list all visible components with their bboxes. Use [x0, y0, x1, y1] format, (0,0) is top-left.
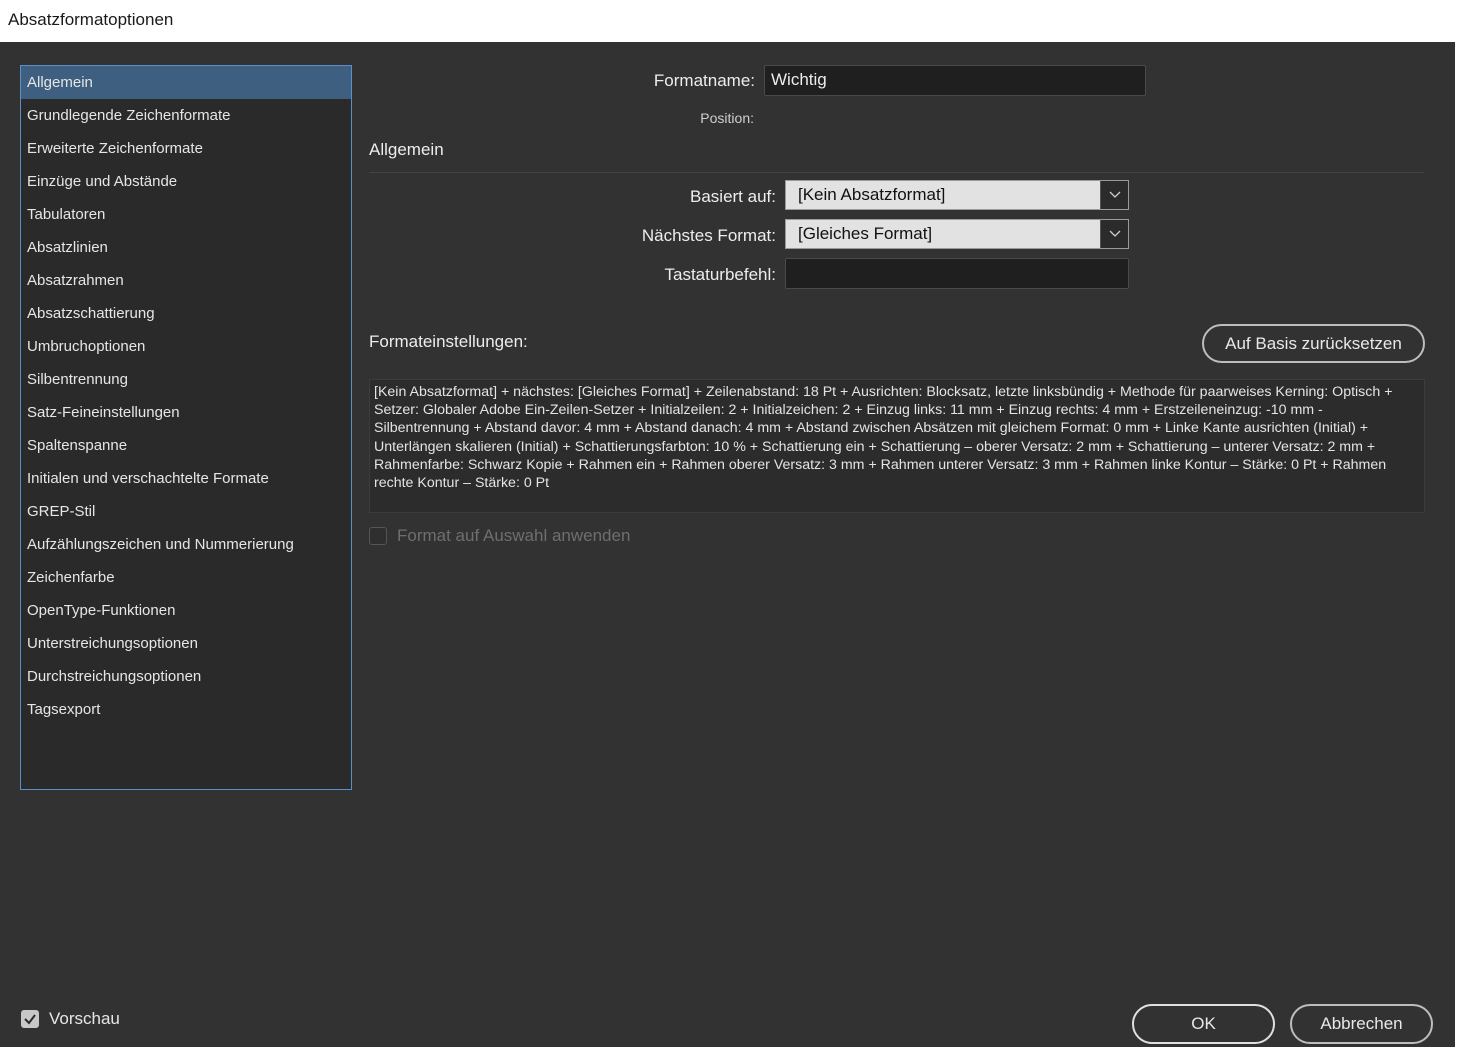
category-list[interactable]: Allgemein Grundlegende Zeichenformate Erwe…	[20, 65, 352, 790]
based-on-label: Basiert auf:	[690, 187, 776, 206]
sidebar-item[interactable]: Satz-Feineinstellungen	[21, 396, 351, 429]
sidebar-item[interactable]: Grundlegende Zeichenformate	[21, 99, 351, 132]
sidebar-item[interactable]: Absatzlinien	[21, 231, 351, 264]
title-bar: Absatzformatoptionen	[0, 0, 1455, 42]
sidebar-item[interactable]: Tabulatoren	[21, 198, 351, 231]
settings-label: Formateinstellungen:	[369, 332, 528, 351]
sidebar-item[interactable]: Absatzrahmen	[21, 264, 351, 297]
sidebar-item[interactable]: Allgemein	[21, 66, 351, 99]
next-style-value: [Gleiches Format]	[798, 224, 933, 243]
sidebar-item[interactable]: Erweiterte Zeichenformate	[21, 132, 351, 165]
sidebar-item[interactable]: Einzüge und Abstände	[21, 165, 351, 198]
section-divider	[369, 172, 1424, 173]
sidebar-item[interactable]: Silbentrennung	[21, 363, 351, 396]
sidebar-item[interactable]: Tagsexport	[21, 693, 351, 726]
shortcut-input[interactable]	[785, 258, 1129, 289]
settings-summary: [Kein Absatzformat] + nächstes: [Gleiche…	[369, 379, 1425, 513]
position-label: Position:	[700, 110, 754, 126]
chevron-down-icon[interactable]	[1100, 220, 1128, 248]
sidebar-item[interactable]: Umbruchoptionen	[21, 330, 351, 363]
sidebar-item[interactable]: Spaltenspanne	[21, 429, 351, 462]
sidebar-item[interactable]: Durchstreichungsoptionen	[21, 660, 351, 693]
sidebar-item[interactable]: Initialen und verschachtelte Formate	[21, 462, 351, 495]
next-style-label: Nächstes Format:	[641, 226, 776, 245]
checkmark-icon	[24, 1014, 36, 1025]
format-name-input[interactable]: Wichtig	[764, 65, 1146, 96]
sidebar-item[interactable]: OpenType-Funktionen	[21, 594, 351, 627]
format-name-label: Formatname:	[653, 71, 755, 90]
shortcut-label: Tastaturbefehl:	[664, 265, 776, 284]
window-title: Absatzformatoptionen	[8, 10, 174, 29]
sidebar-item[interactable]: Absatzschattierung	[21, 297, 351, 330]
based-on-value: [Kein Absatzformat]	[798, 185, 946, 204]
cancel-button[interactable]: Abbrechen	[1290, 1004, 1433, 1044]
sidebar-item[interactable]: Zeichenfarbe	[21, 561, 351, 594]
reset-to-base-button[interactable]: Auf Basis zurücksetzen	[1202, 324, 1425, 363]
chevron-down-icon[interactable]	[1100, 181, 1128, 209]
sidebar-item[interactable]: GREP-Stil	[21, 495, 351, 528]
sidebar-item[interactable]: Aufzählungszeichen und Nummerierung	[21, 528, 351, 561]
apply-to-selection-label: Format auf Auswahl anwenden	[397, 526, 631, 545]
ok-button[interactable]: OK	[1132, 1004, 1275, 1044]
based-on-select[interactable]: [Kein Absatzformat]	[785, 180, 1129, 210]
preview-checkbox[interactable]	[21, 1010, 39, 1028]
preview-label: Vorschau	[49, 1009, 120, 1028]
sidebar-item[interactable]: Unterstreichungsoptionen	[21, 627, 351, 660]
section-title: Allgemein	[369, 140, 444, 159]
next-style-select[interactable]: [Gleiches Format]	[785, 219, 1129, 249]
apply-to-selection-checkbox[interactable]	[369, 527, 387, 545]
